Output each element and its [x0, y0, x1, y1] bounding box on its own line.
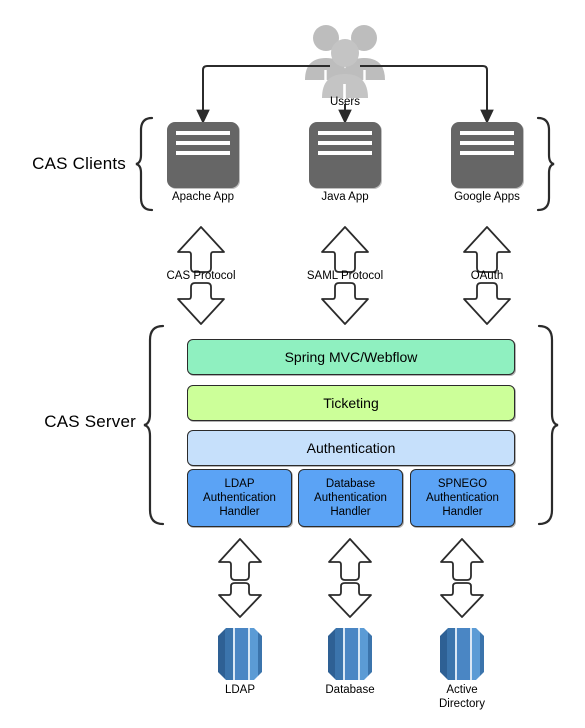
handler-database-authentication[interactable]: Database Authentication Handler	[298, 469, 403, 527]
client-label-apache-app: Apache App	[171, 191, 235, 203]
datastore-icon-ldap	[218, 628, 262, 680]
client-label-google-apps: Google Apps	[454, 191, 520, 203]
up-arrow-ldap-store	[218, 538, 262, 581]
server-layer-spring-mvc-webflow[interactable]: Spring MVC/Webflow	[187, 339, 515, 375]
handler-label-line2: Authentication	[203, 492, 276, 504]
down-arrow-ldap-store	[218, 582, 262, 618]
application-window-icon	[460, 131, 514, 155]
server-layer-label: Authentication	[306, 440, 396, 456]
handler-ldap-authentication[interactable]: LDAP Authentication Handler	[187, 469, 292, 527]
users-label: Users	[329, 96, 361, 108]
handler-label-line1: SPNEGO	[437, 478, 488, 490]
down-arrow-oauth	[463, 282, 511, 325]
up-arrow-database-store	[328, 538, 372, 581]
down-arrow-database-store	[328, 582, 372, 618]
handler-spnego-authentication[interactable]: SPNEGO Authentication Handler	[410, 469, 515, 527]
cas-server-bracket-right	[537, 324, 559, 526]
handler-label-line2: Authentication	[314, 492, 387, 504]
client-node-google-apps[interactable]	[451, 122, 523, 188]
client-label-java-app: Java App	[321, 191, 369, 203]
up-arrow-active-directory-store	[440, 538, 484, 581]
users-group-icon	[305, 25, 385, 98]
cas-server-bracket-left	[143, 324, 165, 526]
handler-label-line1: Database	[325, 478, 376, 490]
down-arrow-active-directory-store	[440, 582, 484, 618]
handler-label-line3: Handler	[330, 506, 371, 518]
datastore-icon-database	[328, 628, 372, 680]
protocol-label-saml: SAML Protocol	[306, 270, 384, 282]
datastore-icon-active-directory	[440, 628, 484, 680]
group-label-cas-clients: CAS Clients	[32, 154, 126, 173]
server-layer-ticketing[interactable]: Ticketing	[187, 385, 515, 421]
handler-label-line3: Handler	[442, 506, 483, 518]
server-layer-label: Spring MVC/Webflow	[284, 349, 418, 365]
protocol-label-cas: CAS Protocol	[166, 270, 236, 282]
cas-clients-bracket-right	[536, 116, 555, 212]
handler-label-line1: LDAP	[224, 478, 255, 490]
handler-label-line2: Authentication	[426, 492, 499, 504]
up-arrow-oauth	[463, 226, 511, 273]
down-arrow-saml-protocol	[321, 282, 369, 325]
server-layer-authentication[interactable]: Authentication	[187, 430, 515, 466]
up-arrow-saml-protocol	[321, 226, 369, 273]
protocol-label-oauth: OAuth	[470, 270, 504, 282]
group-label-cas-server: CAS Server	[44, 412, 136, 431]
store-label-ldap: LDAP	[224, 684, 256, 696]
down-arrow-cas-protocol	[177, 282, 225, 325]
handler-label-line3: Handler	[219, 506, 260, 518]
cas-clients-bracket-left	[135, 116, 154, 212]
client-node-java-app[interactable]	[309, 122, 381, 188]
store-label-database: Database	[325, 684, 375, 696]
store-label-active-directory-line2: Directory	[438, 698, 485, 710]
store-label-active-directory-line1: Active	[446, 684, 478, 696]
application-window-icon	[176, 131, 230, 155]
up-arrow-cas-protocol	[177, 226, 225, 273]
diagram-canvas: Users CAS Clients CAS Server Apache App …	[0, 0, 585, 728]
client-node-apache-app[interactable]	[167, 122, 239, 188]
server-layer-label: Ticketing	[323, 395, 379, 411]
application-window-icon	[318, 131, 372, 155]
